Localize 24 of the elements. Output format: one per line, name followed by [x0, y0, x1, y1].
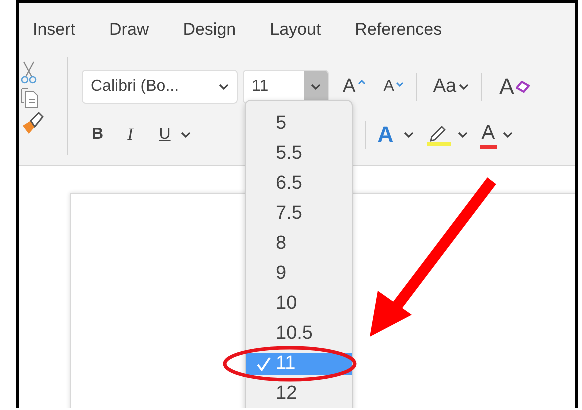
- ribbon-tab[interactable]: Design: [183, 20, 236, 40]
- italic-button[interactable]: I: [124, 125, 138, 145]
- ribbon-tab[interactable]: Insert: [33, 20, 76, 40]
- shrink-font-button[interactable]: A: [380, 78, 408, 96]
- change-case-button[interactable]: Aa: [429, 76, 473, 98]
- menu-item[interactable]: 10: [246, 293, 352, 315]
- font-name-dropdown[interactable]: Calibri (Bo...: [82, 70, 238, 104]
- menu-item[interactable]: 9: [246, 263, 352, 285]
- ribbon-tab[interactable]: Layout: [270, 20, 322, 40]
- ribbon-tab[interactable]: References: [355, 20, 442, 40]
- menu-item[interactable]: 10.5: [246, 323, 352, 345]
- menu-item[interactable]: 6.5: [246, 173, 352, 195]
- font-color-button[interactable]: A: [480, 122, 498, 148]
- bold-button[interactable]: B: [88, 126, 108, 144]
- clear-formatting-button[interactable]: A: [496, 74, 534, 100]
- text-effects-button[interactable]: A: [374, 122, 398, 148]
- menu-item[interactable]: 7.5: [246, 203, 352, 225]
- menu-item[interactable]: 5.5: [246, 143, 352, 165]
- menu-item[interactable]: 5: [246, 113, 352, 135]
- ribbon-tab[interactable]: Draw: [110, 20, 150, 40]
- menu-item[interactable]: 12: [246, 383, 352, 405]
- menu-item[interactable]: 8: [246, 233, 352, 255]
- grow-font-button[interactable]: A: [339, 76, 370, 98]
- underline-button[interactable]: U: [155, 126, 175, 144]
